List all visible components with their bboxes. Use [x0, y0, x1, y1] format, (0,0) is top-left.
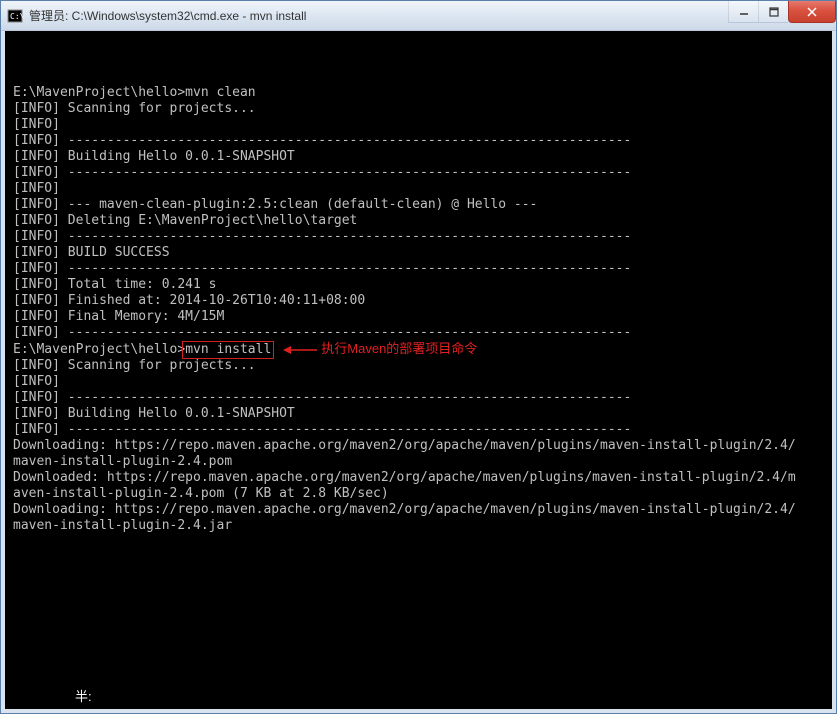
- terminal-line: [INFO] ---------------------------------…: [13, 229, 824, 245]
- terminal-line: [INFO] Finished at: 2014-10-26T10:40:11+…: [13, 293, 824, 309]
- terminal-line: [INFO] Scanning for projects...: [13, 358, 824, 374]
- terminal-line: [INFO]: [13, 117, 824, 133]
- terminal-line: Downloaded: https://repo.maven.apache.or…: [13, 470, 824, 486]
- terminal-line: [INFO] ---------------------------------…: [13, 422, 824, 438]
- terminal-line: [INFO] ---------------------------------…: [13, 325, 824, 341]
- terminal-line: [INFO]: [13, 374, 824, 390]
- terminal-line: [INFO] --- maven-clean-plugin:2.5:clean …: [13, 197, 824, 213]
- terminal-line: E:\MavenProject\hello>mvn clean: [13, 85, 824, 101]
- terminal-prompt: E:\MavenProject\hello>: [13, 342, 185, 357]
- terminal-line: [INFO] Building Hello 0.0.1-SNAPSHOT: [13, 149, 824, 165]
- cmd-icon: C:\: [7, 8, 23, 24]
- terminal-line: [INFO] Total time: 0.241 s: [13, 277, 824, 293]
- terminal-area[interactable]: E:\MavenProject\hello>mvn clean[INFO] Sc…: [1, 31, 836, 713]
- annotation-label: 执行Maven的部署项目命令: [283, 341, 477, 357]
- terminal-line: [INFO] ---------------------------------…: [13, 390, 824, 406]
- ime-indicator: 半:: [75, 689, 92, 705]
- terminal-line: [INFO] ---------------------------------…: [13, 261, 824, 277]
- terminal-line: [INFO] Building Hello 0.0.1-SNAPSHOT: [13, 406, 824, 422]
- terminal-line: [13, 69, 824, 85]
- terminal-line: aven-install-plugin-2.4.pom (7 KB at 2.8…: [13, 486, 824, 502]
- titlebar[interactable]: C:\ 管理员: C:\Windows\system32\cmd.exe - m…: [1, 1, 836, 31]
- terminal-line: Downloading: https://repo.maven.apache.o…: [13, 438, 824, 454]
- close-button[interactable]: [788, 1, 836, 23]
- maximize-button[interactable]: [758, 1, 788, 23]
- terminal-line: Downloading: https://repo.maven.apache.o…: [13, 502, 824, 518]
- terminal-line: [INFO] Scanning for projects...: [13, 101, 824, 117]
- terminal-line: [INFO] ---------------------------------…: [13, 133, 824, 149]
- window-controls: [728, 1, 836, 23]
- terminal-output: E:\MavenProject\hello>mvn clean[INFO] Sc…: [13, 69, 824, 534]
- terminal-line: maven-install-plugin-2.4.jar: [13, 518, 824, 534]
- terminal-line: [INFO]: [13, 181, 824, 197]
- window-title: 管理员: C:\Windows\system32\cmd.exe - mvn i…: [29, 7, 306, 24]
- terminal-line: [INFO] BUILD SUCCESS: [13, 245, 824, 261]
- highlighted-command: mvn install: [182, 341, 274, 359]
- window-frame: C:\ 管理员: C:\Windows\system32\cmd.exe - m…: [0, 0, 837, 714]
- svg-text:C:\: C:\: [10, 12, 23, 21]
- terminal-line: maven-install-plugin-2.4.pom: [13, 454, 824, 470]
- terminal-line: E:\MavenProject\hello>mvn install 执行Maven…: [13, 341, 824, 358]
- terminal-line: [INFO] Final Memory: 4M/15M: [13, 309, 824, 325]
- terminal-line: [INFO] Deleting E:\MavenProject\hello\ta…: [13, 213, 824, 229]
- terminal-line: [INFO] ---------------------------------…: [13, 165, 824, 181]
- minimize-button[interactable]: [728, 1, 758, 23]
